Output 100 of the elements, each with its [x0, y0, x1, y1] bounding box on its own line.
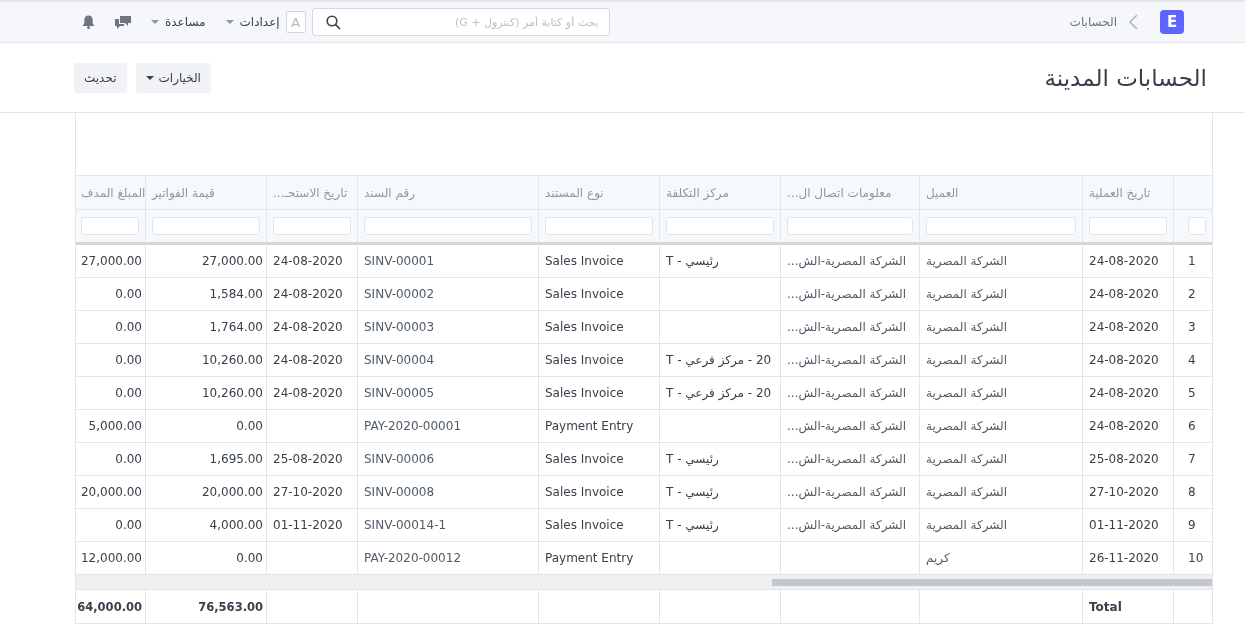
filter-input[interactable] [545, 217, 653, 235]
table-cell: 10,260.00 [145, 344, 266, 377]
filter-input[interactable] [1188, 217, 1206, 235]
table-cell: الشركة المصرية [919, 311, 1082, 344]
column-header[interactable]: العميل [919, 175, 1082, 210]
table-cell: 24-08-2020 [1082, 311, 1173, 344]
table-cell: Sales Invoice [538, 344, 659, 377]
table-cell: 1,584.00 [145, 278, 266, 311]
table-cell: الشركة المصرية-الش... [780, 278, 919, 311]
table-cell: 27-10-2020 [266, 476, 357, 509]
table-cell: الشركة المصرية [919, 476, 1082, 509]
table-cell: الشركة المصرية [919, 377, 1082, 410]
caret-icon [225, 20, 234, 24]
table-cell: 0.00 [76, 509, 145, 542]
table-cell: 20 - مركز فرعي - T [659, 377, 780, 410]
table-cell: رئيسي - T [659, 509, 780, 542]
table-cell: PAY-2020-00001 [357, 410, 538, 443]
column-header[interactable]: المبلغ المدف [76, 175, 145, 210]
table-cell: 1,695.00 [145, 443, 266, 476]
table-cell: Sales Invoice [538, 509, 659, 542]
table-cell: رئيسي - T [659, 476, 780, 509]
notification-bell-icon[interactable] [82, 15, 95, 29]
filter-input[interactable] [81, 217, 139, 235]
column-header[interactable]: معلومات اتصال ال... [780, 175, 919, 210]
filter-input[interactable] [926, 217, 1076, 235]
table-cell: SINV-00006 [357, 443, 538, 476]
row-number: 9 [1173, 509, 1212, 542]
chat-icon[interactable] [115, 15, 131, 29]
table-cell: Sales Invoice [538, 311, 659, 344]
table-cell: الشركة المصرية-الش... [780, 245, 919, 278]
table-cell: 24-08-2020 [1082, 344, 1173, 377]
table-cell: Sales Invoice [538, 476, 659, 509]
filter-input[interactable] [1089, 217, 1167, 235]
column-header[interactable]: قيمة الفواتير [145, 175, 266, 210]
table-cell: رئيسي - T [659, 443, 780, 476]
horizontal-scrollbar[interactable] [76, 575, 1212, 590]
row-number: 8 [1173, 476, 1212, 509]
filter-input[interactable] [787, 217, 913, 235]
filter-input[interactable] [273, 217, 351, 235]
table-cell: 24-08-2020 [1082, 278, 1173, 311]
table-cell: الشركة المصرية [919, 509, 1082, 542]
row-number: 5 [1173, 377, 1212, 410]
total-cell: 64,000.00 [76, 590, 145, 624]
table-cell: Sales Invoice [538, 245, 659, 278]
table-cell: الشركة المصرية [919, 344, 1082, 377]
page-title: الحسابات المدينة [1044, 64, 1207, 91]
filter-input[interactable] [364, 217, 532, 235]
caret-icon [151, 20, 159, 24]
table-cell: الشركة المصرية-الش... [780, 344, 919, 377]
table-cell: 10,260.00 [145, 377, 266, 410]
table-cell: الشركة المصرية-الش... [780, 377, 919, 410]
navbar-menu[interactable]: إعدادات [225, 15, 280, 29]
table-cell: الشركة المصرية-الش... [780, 476, 919, 509]
table-cell: SINV-00004 [357, 344, 538, 377]
row-number: 4 [1173, 344, 1212, 377]
table-cell: 4,000.00 [145, 509, 266, 542]
table-cell: 20,000.00 [76, 476, 145, 509]
breadcrumb-link[interactable]: الحسابات [1069, 15, 1117, 29]
avatar[interactable]: A [285, 11, 306, 33]
refresh-button[interactable]: تحديث [74, 62, 127, 93]
table-cell: 27,000.00 [145, 245, 266, 278]
column-header[interactable]: نوع المستند [538, 175, 659, 210]
filter-input[interactable] [152, 217, 260, 235]
table-cell: 0.00 [76, 377, 145, 410]
table-cell: Sales Invoice [538, 377, 659, 410]
column-header[interactable]: تاريخ الاستحـ... [266, 175, 357, 210]
app-logo[interactable]: E [1160, 10, 1184, 34]
table-cell: SINV-00005 [357, 377, 538, 410]
table-cell: SINV-00014-1 [357, 509, 538, 542]
table-cell: 24-08-2020 [1082, 377, 1173, 410]
navbar-menu[interactable]: مساعدة [151, 15, 206, 29]
table-cell: 20 - مركز فرعي - T [659, 344, 780, 377]
options-dropdown-button[interactable]: الخيارات [135, 62, 211, 93]
table-cell: SINV-00008 [357, 476, 538, 509]
table-cell: 24-08-2020 [266, 311, 357, 344]
column-header[interactable]: تاريخ العملية [1082, 175, 1173, 210]
column-header[interactable]: مركز التكلفة [659, 175, 780, 210]
table-cell: الشركة المصرية [919, 245, 1082, 278]
table-cell: 24-08-2020 [266, 344, 357, 377]
table-cell: 01-11-2020 [1082, 509, 1173, 542]
table-cell: SINV-00001 [357, 245, 538, 278]
table-cell: الشركة المصرية-الش... [780, 410, 919, 443]
table-cell: 0.00 [76, 278, 145, 311]
table-cell: 25-08-2020 [1082, 443, 1173, 476]
filter-input[interactable] [666, 217, 774, 235]
table-cell: 0.00 [76, 344, 145, 377]
table-cell: الشركة المصرية [919, 443, 1082, 476]
table-cell: 01-11-2020 [266, 509, 357, 542]
table-cell: 27-10-2020 [1082, 476, 1173, 509]
scrollbar-thumb[interactable] [772, 578, 1212, 586]
row-number: 7 [1173, 443, 1212, 476]
table-cell: 20,000.00 [145, 476, 266, 509]
table-cell: 0.00 [145, 410, 266, 443]
table-cell: Sales Invoice [538, 278, 659, 311]
row-number: 3 [1173, 311, 1212, 344]
table-cell: 0.00 [76, 311, 145, 344]
total-cell: Total [1082, 590, 1173, 624]
chevron-icon [1129, 14, 1138, 30]
search-icon [325, 15, 341, 30]
column-header[interactable]: رقم السند [357, 175, 538, 210]
